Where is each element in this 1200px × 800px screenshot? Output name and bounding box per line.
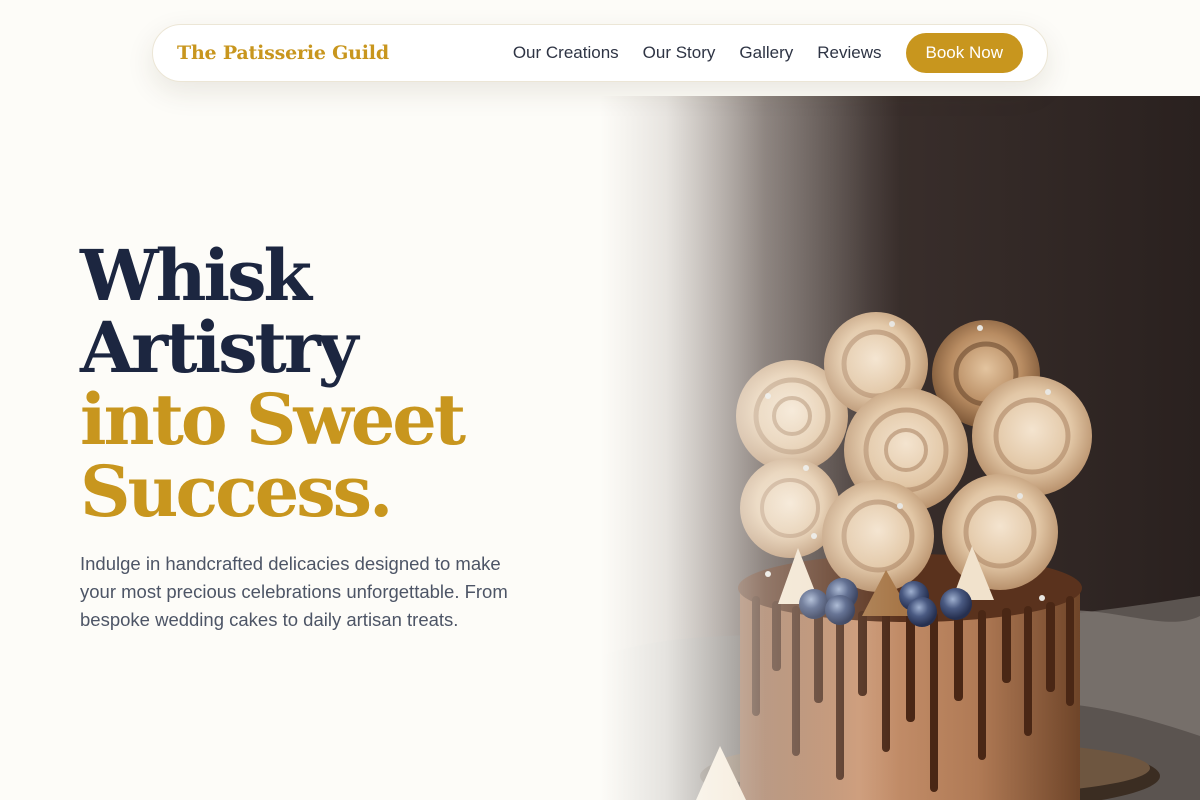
headline-line-1: Whisk <box>80 234 312 317</box>
cake-illustration <box>600 96 1200 800</box>
hero-subcopy: Indulge in handcrafted delicacies design… <box>80 553 508 630</box>
nav-link-gallery[interactable]: Gallery <box>739 43 793 63</box>
headline-line-3: into Sweet <box>80 378 466 461</box>
brand-logo[interactable]: The Patisserie Guild <box>177 42 389 64</box>
nav-link-our-creations[interactable]: Our Creations <box>513 43 619 63</box>
top-navigation: The Patisserie Guild Our Creations Our S… <box>152 24 1048 82</box>
headline-line-2: Artistry <box>80 306 358 389</box>
nav-link-our-story[interactable]: Our Story <box>643 43 716 63</box>
nav-link-reviews[interactable]: Reviews <box>817 43 881 63</box>
hero-headline: Whisk Artistry into Sweet Success. <box>80 234 466 533</box>
headline-line-4: Success. <box>80 450 393 533</box>
nav-links: Our Creations Our Story Gallery Reviews … <box>513 33 1023 73</box>
book-now-button[interactable]: Book Now <box>905 33 1023 73</box>
hero-cake-image <box>600 96 1200 800</box>
